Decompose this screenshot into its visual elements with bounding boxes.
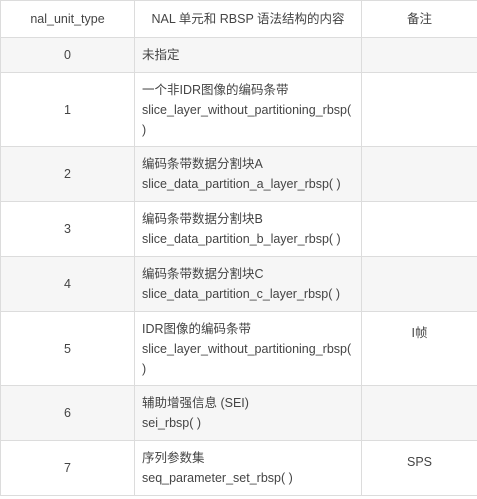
note-cell: SPS <box>361 440 477 496</box>
table-header: nal_unit_type NAL 单元和 RBSP 语法结构的内容 备注 <box>0 0 477 38</box>
table-row: 4 编码条带数据分割块C slice_data_partition_c_laye… <box>0 256 477 312</box>
note-cell <box>361 146 477 202</box>
content-line: slice_data_partition_c_layer_rbsp( ) <box>142 287 341 301</box>
content-line: ) <box>142 361 147 376</box>
content-line: 一个非IDR图像的编码条带 <box>142 82 289 97</box>
type-cell: 7 <box>0 440 135 496</box>
note-cell <box>361 201 477 257</box>
content-line: ) <box>142 122 147 137</box>
note-cell <box>361 385 477 441</box>
content-line: IDR图像的编码条带 <box>142 321 252 336</box>
content-cell: 未指定 <box>134 37 362 73</box>
note-text <box>362 38 477 49</box>
note-text <box>362 147 477 158</box>
note-text: I帧 <box>411 326 428 340</box>
content-cell: 编码条带数据分割块B slice_data_partition_b_layer_… <box>134 201 362 257</box>
note-cell <box>361 256 477 312</box>
content-cell: 编码条带数据分割块C slice_data_partition_c_layer_… <box>134 256 362 312</box>
type-cell: 0 <box>0 37 135 73</box>
note-text <box>362 202 477 213</box>
content-line: 序列参数集 <box>142 451 205 465</box>
table-row: 7 序列参数集 seq_parameter_set_rbsp( ) SPS <box>0 440 477 496</box>
table-row: 5 IDR图像的编码条带 slice_layer_without_partiti… <box>0 311 477 386</box>
type-cell: 2 <box>0 146 135 202</box>
content-line: slice_data_partition_b_layer_rbsp( ) <box>142 232 341 246</box>
content-line: 编码条带数据分割块C <box>142 267 264 281</box>
note-text <box>362 73 477 84</box>
header-note: 备注 <box>361 0 477 38</box>
content-line: 编码条带数据分割块A <box>142 157 263 171</box>
content-line: sei_rbsp( ) <box>142 416 202 430</box>
table-row: 6 辅助增强信息 (SEI) sei_rbsp( ) <box>0 385 477 441</box>
content-line: 编码条带数据分割块B <box>142 212 263 226</box>
type-cell: 5 <box>0 311 135 386</box>
note-cell <box>361 37 477 73</box>
type-cell: 3 <box>0 201 135 257</box>
table-row: 0 未指定 <box>0 37 477 73</box>
type-cell: 6 <box>0 385 135 441</box>
type-cell: 4 <box>0 256 135 312</box>
content-cell: 辅助增强信息 (SEI) sei_rbsp( ) <box>134 385 362 441</box>
table-row: 1 一个非IDR图像的编码条带 slice_layer_without_part… <box>0 72 477 147</box>
content-cell: 序列参数集 seq_parameter_set_rbsp( ) <box>134 440 362 496</box>
header-content: NAL 单元和 RBSP 语法结构的内容 <box>134 0 362 38</box>
note-text <box>362 386 477 397</box>
type-cell: 1 <box>0 72 135 147</box>
content-line: slice_layer_without_partitioning_rbsp( <box>142 341 352 356</box>
content-cell: 编码条带数据分割块A slice_data_partition_a_layer_… <box>134 146 362 202</box>
content-line: 辅助增强信息 (SEI) <box>142 396 249 410</box>
table-row: 2 编码条带数据分割块A slice_data_partition_a_laye… <box>0 146 477 202</box>
content-line: slice_data_partition_a_layer_rbsp( ) <box>142 177 341 191</box>
content-line: slice_layer_without_partitioning_rbsp( <box>142 102 352 117</box>
header-nal-unit-type: nal_unit_type <box>0 0 135 38</box>
note-text <box>362 257 477 268</box>
note-text: SPS <box>406 455 432 469</box>
content-line: 未指定 <box>142 48 180 62</box>
content-cell: 一个非IDR图像的编码条带 slice_layer_without_partit… <box>134 72 362 147</box>
table-body: 0 未指定 1 一个非IDR图像的编码条带 slice_layer_withou… <box>0 37 477 496</box>
table-row: 3 编码条带数据分割块B slice_data_partition_b_laye… <box>0 201 477 257</box>
content-cell: IDR图像的编码条带 slice_layer_without_partition… <box>134 311 362 386</box>
note-cell <box>361 72 477 147</box>
nal-unit-type-table: nal_unit_type NAL 单元和 RBSP 语法结构的内容 备注 0 … <box>0 0 477 496</box>
content-line: seq_parameter_set_rbsp( ) <box>142 471 293 485</box>
note-cell: I帧 <box>361 311 477 386</box>
